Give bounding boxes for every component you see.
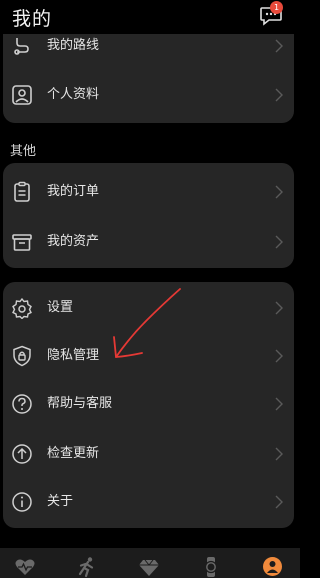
- bottom-nav: [0, 548, 300, 578]
- menu-item-check-update[interactable]: 检查更新: [3, 431, 294, 477]
- settings-card: 设置 隐私管理 帮助与客服 检查更新 关于: [3, 282, 294, 528]
- menu-item-label: 检查更新: [47, 446, 100, 461]
- chevron-right-icon: [275, 495, 283, 509]
- menu-item-label: 设置: [47, 300, 74, 315]
- chevron-right-icon: [275, 301, 283, 315]
- menu-item-label: 我的资产: [47, 234, 100, 249]
- run-icon[interactable]: [76, 556, 98, 578]
- menu-item-label: 隐私管理: [47, 348, 100, 363]
- box-icon: [12, 234, 32, 251]
- gear-icon: [12, 297, 32, 319]
- profile-card: 我的路线 个人资料: [3, 20, 294, 123]
- person-glyph-icon: [267, 561, 278, 573]
- chevron-right-icon: [275, 39, 283, 53]
- menu-item-help[interactable]: 帮助与客服: [3, 381, 294, 427]
- diamond-icon[interactable]: [138, 556, 160, 578]
- info-icon: [12, 492, 32, 512]
- notification-badge: 1: [270, 1, 283, 14]
- menu-item-label: 关于: [47, 494, 74, 509]
- menu-item-profile[interactable]: 个人资料: [3, 72, 294, 118]
- page-title: 我的: [12, 8, 53, 30]
- header: 我的 1: [0, 0, 300, 34]
- chevron-right-icon: [275, 447, 283, 461]
- menu-item-privacy[interactable]: 隐私管理: [3, 333, 294, 379]
- menu-item-label: 个人资料: [47, 87, 100, 102]
- help-icon: [12, 394, 32, 414]
- menu-item-label: 帮助与客服: [47, 396, 113, 411]
- chevron-right-icon: [275, 349, 283, 363]
- profile-icon: [12, 85, 32, 105]
- clipboard-icon: [14, 181, 30, 202]
- menu-item-label: 我的订单: [47, 184, 100, 199]
- watch-icon[interactable]: [200, 556, 222, 578]
- menu-item-my-assets[interactable]: 我的资产: [3, 219, 294, 265]
- upload-arrow-icon: [12, 444, 32, 464]
- shield-lock-icon: [13, 345, 31, 367]
- chevron-right-icon: [275, 235, 283, 249]
- person-icon[interactable]: [263, 557, 282, 576]
- orders-card: 我的订单 我的资产: [3, 163, 294, 268]
- chevron-right-icon: [275, 185, 283, 199]
- menu-item-about[interactable]: 关于: [3, 479, 294, 525]
- heart-icon[interactable]: [14, 556, 36, 578]
- section-title: 其他: [10, 144, 37, 159]
- route-icon: [14, 38, 29, 55]
- menu-item-my-orders[interactable]: 我的订单: [3, 169, 294, 215]
- chevron-right-icon: [275, 88, 283, 102]
- menu-item-settings[interactable]: 设置: [3, 285, 294, 331]
- chevron-right-icon: [275, 397, 283, 411]
